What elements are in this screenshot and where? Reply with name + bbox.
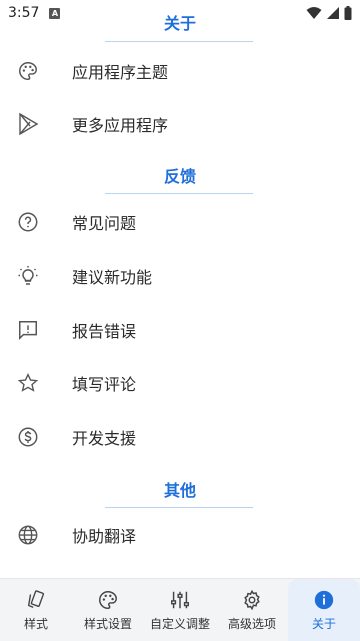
item-label: 报告错误	[72, 322, 137, 341]
item-label: 应用程序主题	[72, 63, 169, 82]
palette-icon	[99, 590, 117, 609]
star-icon	[16, 371, 40, 395]
item-help-translate[interactable]: 协助翻译	[0, 509, 360, 561]
info-icon	[314, 590, 334, 609]
nav-about[interactable]: 关于	[288, 579, 360, 641]
globe-icon	[16, 523, 40, 547]
section-divider	[105, 41, 253, 42]
settings-list: 关于 应用程序主题 更多应用程序 反馈 常见问题 建议新功能 报告错误 填写评论…	[0, 0, 360, 578]
item-label: 协助翻译	[72, 527, 137, 546]
item-suggest-feature[interactable]: 建议新功能	[0, 250, 360, 302]
nav-custom-adjust[interactable]: 自定义调整	[144, 579, 216, 641]
dollar-icon	[16, 425, 40, 449]
report-icon	[16, 318, 40, 342]
item-write-review[interactable]: 填写评论	[0, 357, 360, 409]
section-header-other: 其他	[163, 481, 196, 500]
help-circle-icon	[16, 210, 40, 234]
sliders-icon	[171, 591, 189, 608]
item-report-bug[interactable]: 报告错误	[0, 304, 360, 356]
item-label: 建议新功能	[72, 268, 153, 287]
item-support-dev[interactable]: 开发支援	[0, 411, 360, 463]
section-divider	[105, 507, 253, 508]
nav-label: 关于	[311, 616, 336, 631]
nav-style[interactable]: 样式	[0, 579, 72, 641]
palette-icon	[16, 59, 40, 83]
item-faq[interactable]: 常见问题	[0, 196, 360, 248]
lightbulb-icon	[16, 264, 40, 288]
item-more-apps[interactable]: 更多应用程序	[0, 98, 360, 150]
item-label: 填写评论	[72, 375, 137, 394]
item-label: 常见问题	[72, 214, 137, 233]
item-label: 更多应用程序	[72, 116, 169, 135]
nav-label: 高级选项	[227, 616, 276, 631]
play-store-icon	[16, 112, 40, 136]
nav-label: 自定义调整	[149, 616, 210, 631]
section-divider	[105, 193, 253, 194]
style-icon	[27, 589, 45, 608]
section-header-feedback: 反馈	[163, 167, 196, 186]
item-label: 开发支援	[72, 429, 137, 448]
item-app-theme[interactable]: 应用程序主题	[0, 45, 360, 97]
nav-label: 样式	[23, 616, 48, 631]
bottom-navigation: 样式 样式设置 自定义调整 高级选项 关于	[0, 578, 360, 641]
gear-icon	[244, 589, 260, 610]
nav-style-settings[interactable]: 样式设置	[72, 579, 144, 641]
section-header-about: 关于	[163, 14, 196, 33]
nav-label: 样式设置	[83, 616, 132, 631]
nav-advanced-options[interactable]: 高级选项	[216, 579, 288, 641]
